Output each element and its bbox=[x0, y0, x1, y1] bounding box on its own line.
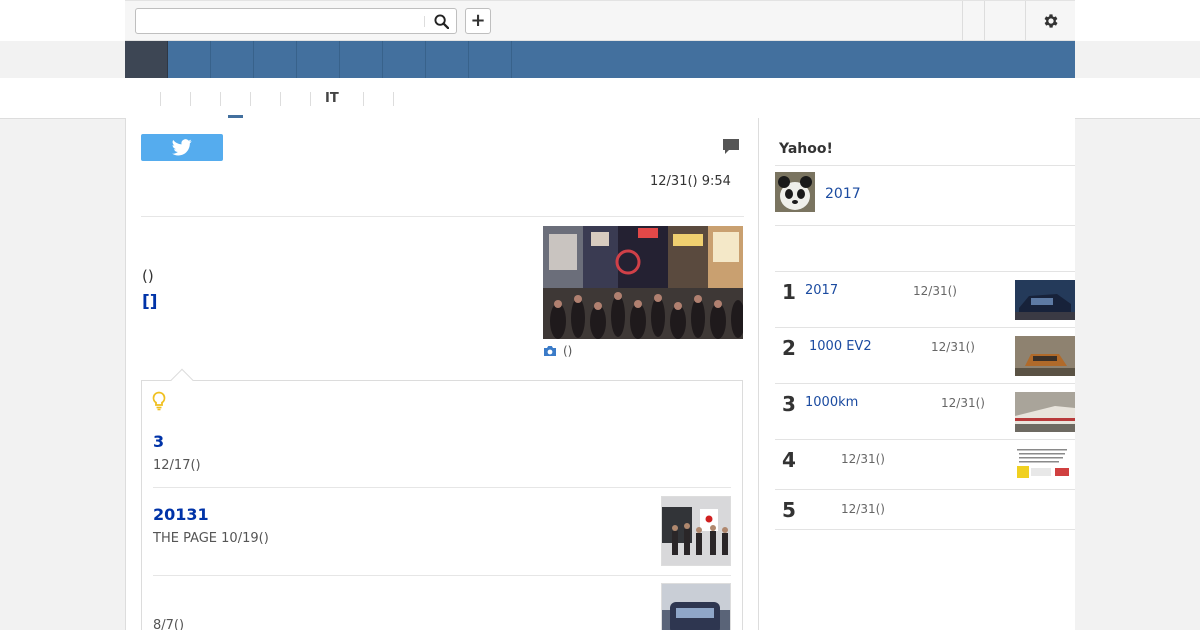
comment-icon bbox=[723, 139, 739, 154]
sub-nav-divider bbox=[250, 92, 251, 106]
ev-car-thumbnail-image bbox=[1015, 336, 1075, 376]
rank-number: 3 bbox=[782, 392, 796, 416]
sub-nav-item-it[interactable]: IT bbox=[325, 91, 339, 106]
search-button[interactable] bbox=[428, 10, 454, 32]
nav-item-8[interactable] bbox=[426, 41, 469, 78]
rank-number: 4 bbox=[782, 448, 796, 472]
add-button[interactable]: + bbox=[465, 8, 491, 34]
nav-item-7[interactable] bbox=[383, 41, 426, 78]
nav-item-5[interactable] bbox=[297, 41, 340, 78]
gear-icon bbox=[1044, 13, 1058, 28]
search-icon bbox=[433, 13, 449, 29]
rank-thumbnail[interactable] bbox=[1015, 446, 1075, 480]
bulb-icon bbox=[152, 391, 166, 411]
divider bbox=[141, 216, 744, 217]
divider bbox=[153, 487, 731, 488]
divider bbox=[775, 489, 1075, 490]
related-item-thumbnail[interactable] bbox=[661, 496, 731, 566]
rank-thumbnail[interactable] bbox=[1015, 280, 1075, 320]
settings-button[interactable] bbox=[1025, 1, 1075, 40]
related-item-title[interactable]: 20131 bbox=[153, 505, 209, 524]
train-thumbnail-image bbox=[1015, 392, 1075, 432]
rank-date: 12/31() bbox=[841, 452, 885, 466]
article-column: 12/31() 9:54 () [] () 3 12/17() 20131 TH… bbox=[125, 118, 759, 630]
rank-number: 5 bbox=[782, 498, 796, 522]
divider bbox=[153, 575, 731, 576]
sidebar: Yahoo! 2017 1 2017 12/31() 2 1000 EV2 12… bbox=[759, 118, 1075, 630]
sub-nav-divider bbox=[363, 92, 364, 106]
panda-image bbox=[775, 172, 815, 212]
article-photo[interactable] bbox=[543, 226, 743, 339]
panda-thumbnail[interactable] bbox=[775, 172, 815, 212]
nav-item-home[interactable] bbox=[125, 41, 168, 78]
sub-nav-divider bbox=[190, 92, 191, 106]
divider bbox=[775, 529, 1075, 530]
top-bar-inner: + bbox=[125, 0, 1075, 41]
rank-number: 1 bbox=[782, 280, 796, 304]
divider bbox=[775, 327, 1075, 328]
sub-nav-divider bbox=[393, 92, 394, 106]
tweet-button[interactable] bbox=[141, 134, 223, 161]
rank-title[interactable]: 1000km bbox=[805, 395, 858, 410]
divider bbox=[775, 165, 1075, 166]
train-thumbnail-image bbox=[662, 584, 730, 630]
sub-nav-divider bbox=[310, 92, 311, 106]
article-timestamp: 12/31() 9:54 bbox=[650, 174, 731, 189]
related-pointer bbox=[170, 368, 194, 392]
related-item-meta: THE PAGE 10/19() bbox=[153, 531, 269, 546]
rank-thumbnail[interactable] bbox=[1015, 336, 1075, 376]
car-thumbnail-image bbox=[1015, 280, 1075, 320]
related-item-thumbnail[interactable] bbox=[661, 583, 731, 630]
plus-icon: + bbox=[470, 10, 486, 31]
photo-credit: () bbox=[563, 344, 573, 358]
sub-nav-divider bbox=[220, 92, 221, 106]
nav-item-2[interactable] bbox=[168, 41, 211, 78]
divider bbox=[775, 383, 1075, 384]
rank-title[interactable]: 1000 EV2 bbox=[809, 339, 872, 354]
search-input[interactable] bbox=[136, 9, 424, 33]
rank-number: 2 bbox=[782, 336, 796, 360]
sub-nav-divider bbox=[280, 92, 281, 106]
divider bbox=[775, 439, 1075, 440]
related-item-meta: 12/17() bbox=[153, 458, 201, 473]
divider bbox=[775, 225, 1075, 226]
divider bbox=[775, 271, 1075, 272]
feature-link[interactable]: 2017 bbox=[825, 186, 861, 202]
nav-item-9[interactable] bbox=[469, 41, 512, 78]
header-menu-item-1[interactable] bbox=[962, 1, 984, 40]
nav-item-6[interactable] bbox=[340, 41, 383, 78]
sub-category-nav: IT bbox=[0, 78, 1200, 119]
rank-thumbnail[interactable] bbox=[1015, 392, 1075, 432]
header-menu-item-2[interactable] bbox=[984, 1, 1025, 40]
twitter-icon bbox=[172, 139, 192, 156]
related-item-title[interactable]: 3 bbox=[153, 432, 164, 451]
rank-date: 12/31() bbox=[931, 340, 975, 354]
crowd-thumbnail-image bbox=[662, 497, 730, 565]
nav-item-3[interactable] bbox=[211, 41, 254, 78]
sidebar-heading: Yahoo! bbox=[779, 141, 833, 157]
related-item-meta: 8/7() bbox=[153, 618, 185, 630]
search-box bbox=[135, 8, 457, 34]
article-link[interactable]: [] bbox=[142, 292, 158, 312]
search-divider bbox=[424, 16, 425, 27]
sub-nav-divider bbox=[160, 92, 161, 106]
rank-date: 12/31() bbox=[913, 284, 957, 298]
category-nav bbox=[125, 41, 1075, 78]
article-publisher: () bbox=[142, 267, 154, 285]
nav-item-4[interactable] bbox=[254, 41, 297, 78]
photo-caption: () bbox=[543, 344, 572, 358]
street-scene-image bbox=[543, 226, 743, 339]
camera-icon bbox=[544, 346, 556, 356]
rank-date: 12/31() bbox=[841, 502, 885, 516]
document-thumbnail-image bbox=[1015, 446, 1075, 480]
related-articles: 3 12/17() 20131 THE PAGE 10/19() 8/7() bbox=[141, 368, 743, 630]
rank-date: 12/31() bbox=[941, 396, 985, 410]
rank-title[interactable]: 2017 bbox=[805, 283, 838, 298]
comment-button[interactable] bbox=[722, 138, 740, 159]
top-bar: + bbox=[0, 0, 1200, 41]
